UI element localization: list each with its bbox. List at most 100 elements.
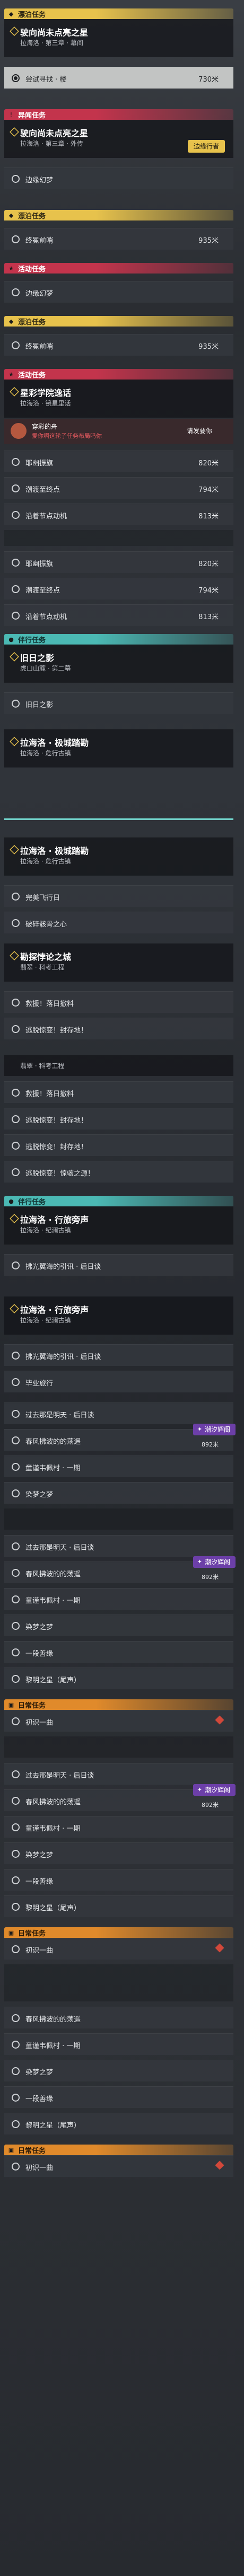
section-label: 伴行任务 [18, 1198, 46, 1206]
quest-title: 拉海洛 · 极城踏勘 [20, 738, 89, 748]
objective-row[interactable]: 沿着节点动机 813米 [4, 604, 233, 626]
objective-circle-icon [12, 2094, 20, 2102]
objective-row[interactable]: 潮渡至终点 794米 [4, 477, 233, 499]
section-label: 日常任务 [18, 1929, 46, 1938]
objective-row[interactable]: 救援！落日撤料 [4, 1081, 233, 1103]
quest-card[interactable]: 翡翠 · 科考工程 [4, 1055, 233, 1076]
objective-row[interactable]: 黎明之星（尾声） [4, 1668, 233, 1689]
objective-row[interactable]: 逃脱惊变！惊骇之源！ [4, 1161, 233, 1183]
objective-circle-icon [12, 1675, 20, 1683]
objective-row[interactable]: 童谨韦佩村 · 一期 [4, 1455, 233, 1477]
divider [4, 1736, 233, 1758]
objective-distance: 892米 [202, 1441, 219, 1448]
objective-row[interactable]: 初识一曲 [4, 2155, 233, 2177]
objective-row[interactable]: 拂光翼海的引讯 · 后日谈 [4, 1254, 233, 1276]
section-header-daily: ▣ 日常任务 [4, 1927, 233, 1938]
objective-row[interactable]: 尝试寻找 · 楼 730米 [4, 67, 233, 89]
objective-circle-icon [12, 612, 20, 620]
objective-row[interactable]: 过去那是明天 · 后日谈 [4, 1535, 233, 1557]
section-header-wander: ◆ 漂泊任务 [4, 8, 233, 19]
objective-row[interactable]: 染梦之梦 [4, 1842, 233, 1864]
objective-row[interactable]: 童谨韦佩村 · 一期 [4, 2033, 233, 2055]
quest-title: 驶向尚未点亮之星 [20, 28, 89, 38]
objective-label: 初识一曲 [25, 1719, 54, 1727]
objective-row[interactable]: 潮渡至终点 794米 [4, 578, 233, 599]
objective-circle-icon [12, 1797, 20, 1805]
objective-row[interactable]: 救援！落日撤料 [4, 991, 233, 1013]
section-header-companion: ● 伴行任务 [4, 634, 233, 645]
quest-card[interactable]: 拉海洛 · 行旅旁声 拉海洛 · 纪澜古镇 [4, 1296, 233, 1335]
comment-action[interactable]: 请发要你 [187, 426, 212, 435]
objective-label: 拂光翼海的引讯 · 后日谈 [25, 1353, 101, 1361]
objective-label: 童谨韦佩村 · 一期 [25, 1465, 81, 1472]
objective-circle-icon [12, 1542, 20, 1550]
objective-row[interactable]: 逃脱惊变！封存地！ [4, 1134, 233, 1156]
objective-label: 救援！落日撤料 [25, 1000, 74, 1008]
divider [4, 530, 233, 546]
objective-label: 童谨韦佩村 · 一期 [25, 2042, 81, 2050]
objective-row[interactable]: 耶幽振旗 820米 [4, 451, 233, 472]
region-badge-label: 潮汐辉阁 [204, 1786, 230, 1794]
section-header-event: ★ 活动任务 [4, 263, 233, 274]
objective-row[interactable]: 一段善缘 [4, 2086, 233, 2108]
quest-marker-icon [10, 27, 19, 36]
objective-row[interactable]: 终冕前哨 935米 [4, 334, 233, 356]
objective-row[interactable]: 一段善缘 [4, 1869, 233, 1891]
objective-label: 一段善缘 [25, 1650, 54, 1658]
objective-row[interactable]: 边缘幻梦 [4, 167, 233, 189]
quest-subtitle: 拉海洛 · 镜星里话 [20, 400, 71, 407]
objective-circle-icon [12, 1876, 20, 1884]
objective-row[interactable]: 童谨韦佩村 · 一期 [4, 1588, 233, 1610]
objective-row[interactable]: 沿着节点动机 813米 [4, 504, 233, 525]
section-header-wander: ◆ 漂泊任务 [4, 210, 233, 220]
quest-card[interactable]: 拉海洛 · 极城踏勘 拉海洛 · 危行古镇 [4, 729, 233, 767]
objective-row[interactable]: 逃脱惊变！封存地！ [4, 1108, 233, 1130]
objective-row[interactable]: 旧日之影 [4, 692, 233, 714]
objective-label: 尝试寻找 · 楼 [25, 76, 67, 84]
objective-row[interactable]: 破碎骸骨之心 [4, 912, 233, 933]
objective-row[interactable]: 过去那是明天 · 后日谈 [4, 1402, 233, 1424]
objective-label: 破碎骸骨之心 [25, 921, 67, 929]
quest-card[interactable]: 驶向尚未点亮之星 拉海洛 · 第三章 · 幕间 [4, 19, 233, 57]
quest-marker-icon [10, 1214, 19, 1223]
objective-row[interactable]: 边缘幻梦 [4, 281, 233, 303]
quest-subtitle: 拉海洛 · 纪澜古镇 [20, 1317, 71, 1324]
objective-distance: 935米 [198, 237, 219, 245]
quest-card[interactable]: 旧日之影 虎口山麓 · 第二幕 [4, 645, 233, 683]
objective-row[interactable]: 童谨韦佩村 · 一期 [4, 1816, 233, 1838]
region-badge: ✦ 潮汐辉阁 [193, 1424, 236, 1435]
objective-row[interactable]: 完美飞行日 [4, 885, 233, 907]
objective-row[interactable]: 染梦之梦 [4, 2060, 233, 2081]
objective-row[interactable]: 拂光翼海的引讯 · 后日谈 [4, 1344, 233, 1366]
section-label: 日常任务 [18, 1701, 46, 1710]
quest-title: 旧日之影 [20, 653, 55, 663]
quest-card[interactable]: 驶向尚未点亮之星 拉海洛 · 第三章 · 外传 边缘行者 [4, 120, 233, 158]
compass-icon: ◆ [8, 211, 14, 219]
quest-subtitle: 拉海洛 · 危行古镇 [20, 858, 71, 865]
objective-row[interactable]: 初识一曲 [4, 1710, 233, 1732]
objective-label: 过去那是明天 · 后日谈 [25, 1772, 94, 1780]
objective-row[interactable]: 耶幽振旗 820米 [4, 551, 233, 573]
quest-card[interactable]: 星彩学院逸话 拉海洛 · 镜星里话 [4, 380, 233, 418]
objective-row[interactable]: 春风拂波的的荡遥 [4, 2007, 233, 2028]
objective-circle-icon [12, 1770, 20, 1778]
objective-row[interactable]: 过去那是明天 · 后日谈 [4, 1763, 233, 1785]
objective-circle-icon [12, 2163, 20, 2171]
objective-circle-icon [12, 1436, 20, 1444]
quest-card[interactable]: 勘探悖论之城 翡翠 · 科考工程 [4, 943, 233, 982]
objective-row[interactable]: 逃脱惊变！封存地！ [4, 1018, 233, 1039]
quest-card[interactable]: 拉海洛 · 行旅旁声 拉海洛 · 纪澜古镇 [4, 1206, 233, 1245]
section-label: 活动任务 [18, 265, 46, 274]
objective-row[interactable]: 毕业旅行 [4, 1371, 233, 1392]
objective-row[interactable]: 一段善缘 [4, 1641, 233, 1663]
objective-row[interactable]: 黎明之星（尾声） [4, 2113, 233, 2134]
objective-row[interactable]: 终冕前哨 935米 [4, 228, 233, 250]
objective-selected-icon [12, 74, 20, 82]
comment-bubble: 穿彩的舟 爱你啊这轮子任务布局吗你 请发要你 [4, 419, 233, 444]
objective-row[interactable]: 初识一曲 [4, 1938, 233, 1960]
quest-card[interactable]: 拉海洛 · 极城踏勘 拉海洛 · 危行古镇 [4, 837, 233, 876]
objective-row[interactable]: 染梦之梦 [4, 1482, 233, 1504]
objective-label: 染梦之梦 [25, 2069, 54, 2077]
objective-row[interactable]: 染梦之梦 [4, 1615, 233, 1636]
objective-row[interactable]: 黎明之星（尾声） [4, 1895, 233, 1917]
